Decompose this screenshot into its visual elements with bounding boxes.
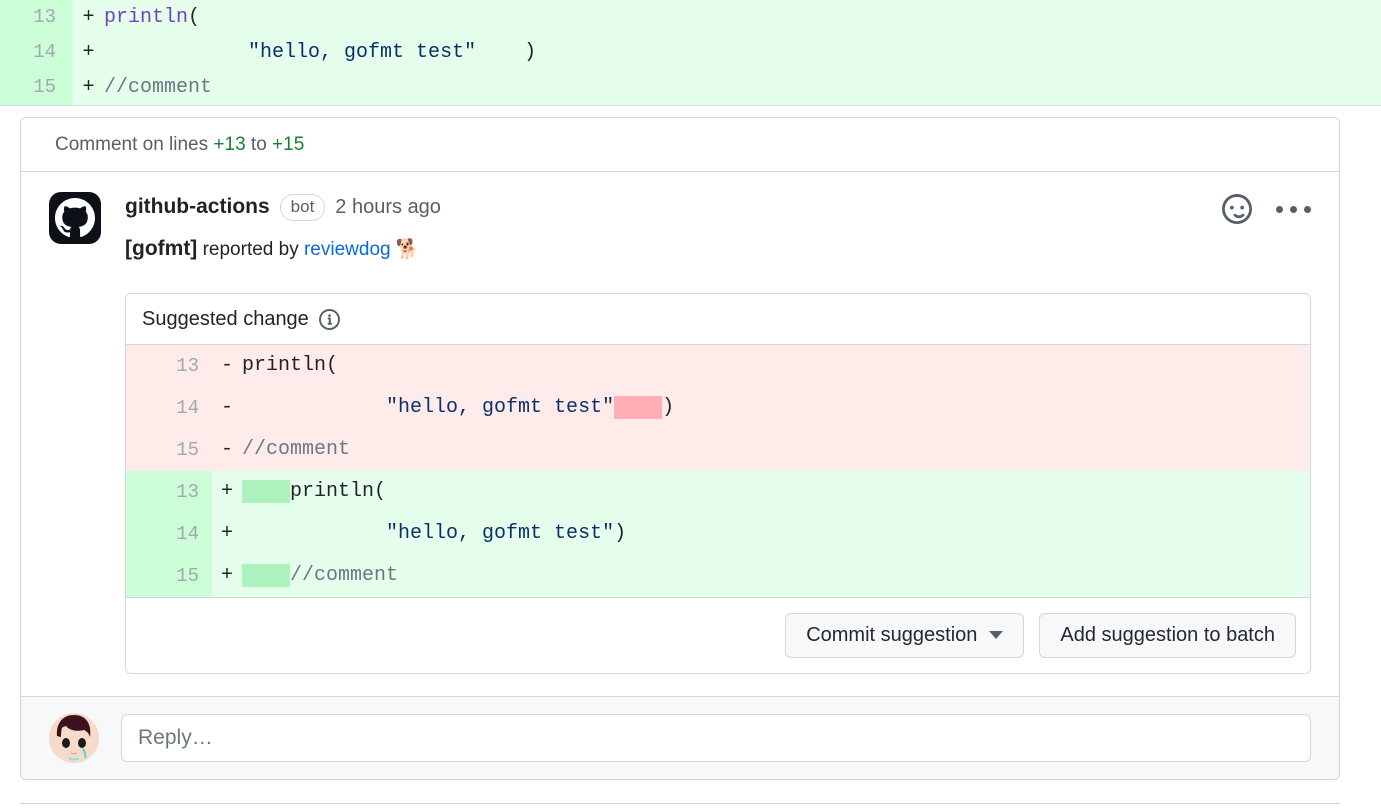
code-token: "hello, gofmt test" <box>386 522 614 545</box>
suggestion-code: println( <box>242 354 338 377</box>
comment-text: [gofmt] reported by reviewdog 🐕 <box>125 234 1311 264</box>
code-token <box>242 396 386 419</box>
review-comment-card: Comment on lines +13 to +15 github-actio… <box>20 117 1340 780</box>
suggested-change-header: Suggested change <box>126 294 1310 345</box>
code-token: ) <box>614 522 626 545</box>
suggestion-diff-line: 15-//comment <box>126 429 1310 471</box>
code-token <box>614 396 662 419</box>
suggestion-marker: + <box>212 480 242 503</box>
suggestion-diff-line: 13-println( <box>126 345 1310 387</box>
suggestion-code: println( <box>242 480 386 503</box>
bot-badge: bot <box>280 194 326 221</box>
suggestion-code: "hello, gofmt test" ) <box>242 396 674 419</box>
line-ref-end[interactable]: +15 <box>272 134 304 155</box>
suggested-change-title: Suggested change <box>142 308 309 331</box>
comment-on-lines-label: Comment on lines <box>55 134 213 155</box>
comment-tool-tag: [gofmt] <box>125 237 197 260</box>
diff-line-number: 15 <box>0 70 73 105</box>
dog-emoji: 🐕 <box>396 239 420 260</box>
kebab-dot <box>1276 206 1283 213</box>
line-ref-start[interactable]: +13 <box>213 134 245 155</box>
smiley-icon[interactable] <box>1222 194 1252 224</box>
diff-line[interactable]: 14+ "hello, gofmt test" ) <box>0 35 1381 70</box>
comment-timestamp[interactable]: 2 hours ago <box>335 196 441 219</box>
suggestion-line-number: 14 <box>126 513 212 555</box>
suggestion-marker: - <box>212 354 242 377</box>
code-token <box>242 522 386 545</box>
comment-body: github-actions bot 2 hours ago [gofmt] r… <box>21 172 1339 696</box>
suggestion-diff-line: 14- "hello, gofmt test" ) <box>126 387 1310 429</box>
suggested-change-block: Suggested change 13-println(14- "hello, … <box>125 293 1311 674</box>
diff-line-number: 14 <box>0 35 73 70</box>
suggestion-diff: 13-println(14- "hello, gofmt test" )15-/… <box>126 345 1310 597</box>
code-token: ( <box>188 6 200 29</box>
code-token <box>242 480 290 503</box>
code-token: "hello, gofmt test" <box>386 396 614 419</box>
reply-input[interactable] <box>121 714 1311 762</box>
kebab-dot <box>1304 206 1311 213</box>
github-logo-avatar[interactable] <box>49 192 101 244</box>
code-token: println <box>104 6 188 29</box>
suggestion-actions: Commit suggestion Add suggestion to batc… <box>126 597 1310 673</box>
diff-code: println( <box>104 0 200 35</box>
comment-on-lines-header: Comment on lines +13 to +15 <box>21 118 1339 172</box>
code-token: println( <box>290 480 386 503</box>
suggestion-marker: + <box>212 522 242 545</box>
diff-marker: + <box>73 0 104 35</box>
diff-line[interactable]: 13+println( <box>0 0 1381 35</box>
suggestion-line-number: 14 <box>126 387 212 429</box>
suggestion-diff-line: 14+ "hello, gofmt test") <box>126 513 1310 555</box>
comment-header-actions <box>1222 194 1311 224</box>
diff-marker: + <box>73 35 104 70</box>
diff-code: //comment <box>104 70 212 105</box>
diff-line[interactable]: 15+//comment <box>0 70 1381 105</box>
add-suggestion-to-batch-button[interactable]: Add suggestion to batch <box>1039 613 1296 658</box>
code-token <box>104 41 248 64</box>
suggestion-marker: - <box>212 438 242 461</box>
suggestion-diff-line: 13+ println( <box>126 471 1310 513</box>
reviewdog-link[interactable]: reviewdog <box>304 239 391 260</box>
kebab-dot <box>1290 206 1297 213</box>
kebab-menu-icon[interactable] <box>1276 206 1311 213</box>
reply-row <box>21 696 1339 779</box>
suggestion-line-number: 15 <box>126 429 212 471</box>
suggestion-code: //comment <box>242 438 350 461</box>
suggestion-line-number: 13 <box>126 471 212 513</box>
suggestion-marker: + <box>212 564 242 587</box>
info-icon[interactable] <box>319 309 340 330</box>
suggestion-diff-line: 15+ //comment <box>126 555 1310 597</box>
chevron-down-icon <box>989 631 1003 639</box>
code-token: //comment <box>104 76 212 99</box>
code-token: ) <box>476 41 536 64</box>
code-token: "hello, gofmt test" <box>248 41 476 64</box>
diff-line-number: 13 <box>0 0 73 35</box>
code-token <box>242 564 290 587</box>
next-section-divider <box>20 803 1340 809</box>
add-suggestion-to-batch-label: Add suggestion to batch <box>1060 624 1275 647</box>
file-diff-hunk: 13+println(14+ "hello, gofmt test" )15+/… <box>0 0 1381 106</box>
commit-suggestion-label: Commit suggestion <box>806 624 977 647</box>
diff-marker: + <box>73 70 104 105</box>
diff-code: "hello, gofmt test" ) <box>104 35 536 70</box>
code-token: println( <box>242 354 338 377</box>
code-token: //comment <box>242 438 350 461</box>
code-token: ) <box>662 396 674 419</box>
suggestion-code: "hello, gofmt test") <box>242 522 626 545</box>
line-ref-sep: to <box>246 134 272 155</box>
code-token: //comment <box>290 564 398 587</box>
commit-suggestion-button[interactable]: Commit suggestion <box>785 613 1024 658</box>
suggestion-marker: - <box>212 396 242 419</box>
suggestion-line-number: 13 <box>126 345 212 387</box>
user-avatar[interactable] <box>49 713 99 763</box>
suggestion-line-number: 15 <box>126 555 212 597</box>
comment-reported-by-label: reported by <box>197 239 304 260</box>
suggestion-code: //comment <box>242 564 398 587</box>
comment-author[interactable]: github-actions <box>125 195 270 219</box>
comment-bottom-spacer <box>125 674 1311 696</box>
